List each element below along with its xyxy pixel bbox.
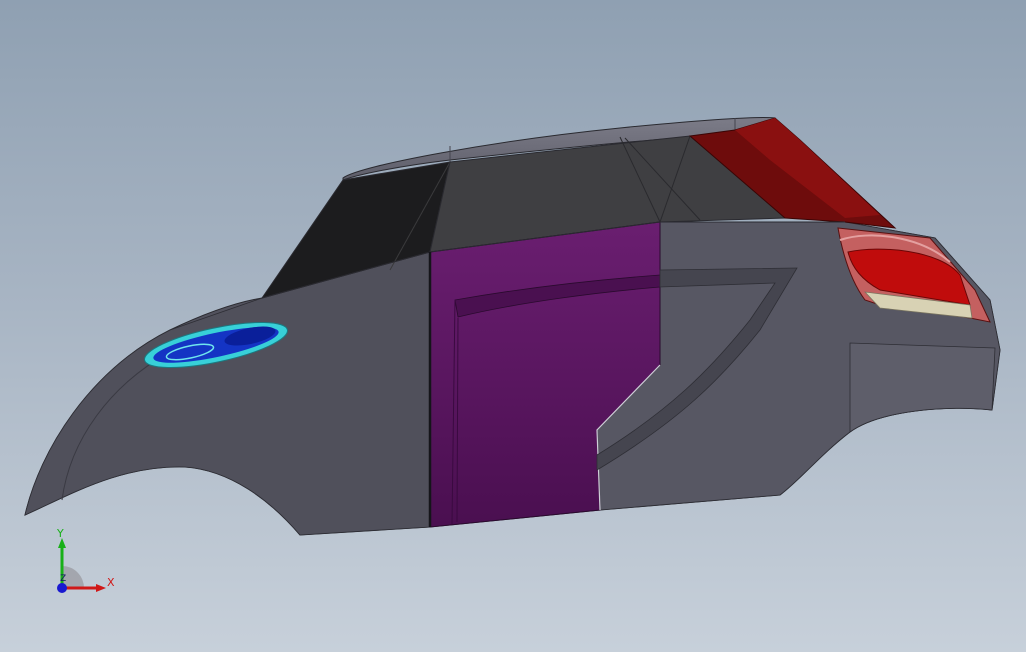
x-arrow-icon xyxy=(96,584,106,592)
front-fender xyxy=(24,251,431,536)
y-axis-label: Y xyxy=(56,528,64,540)
z-axis-label: Z xyxy=(60,574,66,584)
car-body-model[interactable] xyxy=(0,0,1026,652)
axis-triad: Y X Z xyxy=(56,528,115,593)
z-axis-icon xyxy=(57,583,67,593)
rear-bumper xyxy=(849,342,996,433)
x-axis-label: X xyxy=(107,576,115,589)
graphics-viewport[interactable]: Y X Z xyxy=(0,0,1026,652)
